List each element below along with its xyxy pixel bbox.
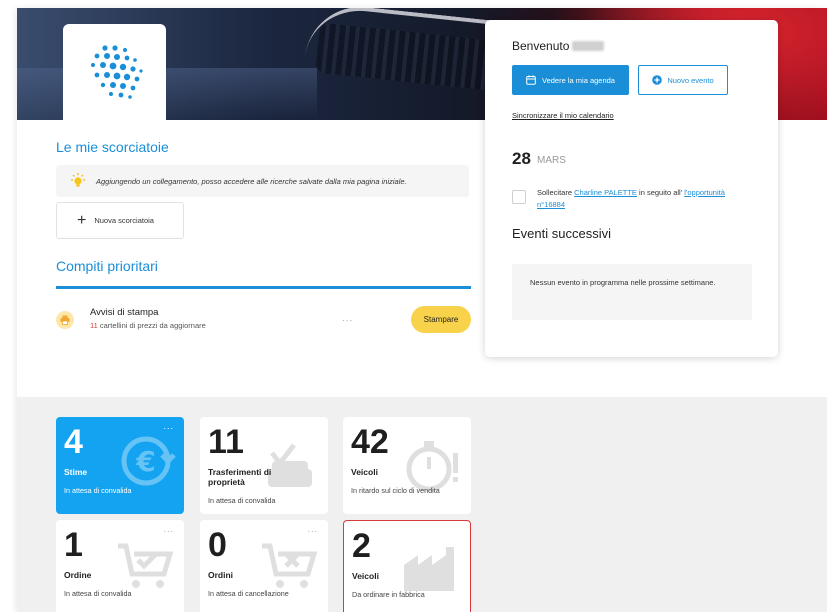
task-title: Avvisi di stampa (90, 307, 159, 318)
task-count: 11 (90, 321, 98, 330)
kpi-tile-transfers[interactable]: 11 Trasferimenti di proprietà In attesa … (200, 417, 328, 514)
reminder-text: Sollecitare Charline PALETTE in seguito … (537, 187, 737, 211)
new-event-label: Nuovo evento (667, 75, 714, 85)
section-divider (56, 286, 471, 289)
new-shortcut-label: Nuova scorciatoia (94, 216, 154, 225)
view-agenda-label: Vedere la mia agenda (542, 75, 615, 85)
plus-icon: + (77, 211, 87, 229)
plus-circle-icon (652, 75, 663, 85)
printer-icon (56, 311, 74, 329)
task-subtitle: 11 cartellini di prezzi da aggiornare (90, 321, 206, 330)
dots-logo-icon (90, 45, 143, 99)
reminder-prefix: Sollecitare (537, 188, 573, 197)
cart-cancel-icon (262, 543, 318, 588)
kpi-label: Ordine (64, 570, 92, 580)
kpi-tile-order[interactable]: 1 ... Ordine In attesa di convalida (56, 520, 184, 612)
view-agenda-button[interactable]: Vedere la mia agenda (512, 65, 629, 95)
user-name-redacted (572, 41, 605, 51)
reminder-checkbox[interactable] (512, 190, 526, 204)
kpi-value: 1 (64, 526, 83, 564)
date-month: MARS (537, 155, 566, 166)
kpi-tile-orders-cancel[interactable]: 0 ... Ordini In attesa di cancellazione (200, 520, 328, 612)
brand-logo (63, 24, 166, 120)
kpi-label: Veicoli (351, 467, 378, 477)
kpi-description: Da ordinare in fabbrica (352, 590, 425, 599)
kpi-value: 2 (352, 527, 371, 565)
kpi-tile-delayed-vehicles[interactable]: 42 Veicoli In ritardo sul ciclo di vendi… (343, 417, 471, 514)
date-day: 28 (512, 149, 531, 168)
factory-icon (404, 547, 454, 591)
contact-link[interactable]: Charline PALETTE (574, 188, 637, 197)
home-page: Le mie scorciatoie Aggiungendo un colleg… (17, 8, 827, 612)
sync-calendar-link[interactable]: Sincronizzare il mio calendario (512, 111, 614, 120)
task-subtitle-text: cartellini di prezzi da aggiornare (99, 321, 206, 330)
lightbulb-icon (70, 173, 86, 189)
kpi-label: Ordini (208, 570, 234, 580)
calendar-icon (526, 75, 536, 85)
kpi-description: In attesa di convalida (64, 589, 132, 598)
tile-more-menu[interactable]: ... (307, 524, 318, 534)
task-more-menu[interactable]: ... (342, 313, 353, 324)
no-events-message: Nessun evento in programma nelle prossim… (512, 264, 752, 320)
task-print-alerts: Avvisi di stampa 11 cartellini di prezzi… (56, 304, 471, 338)
kpi-description: In attesa di convalida (64, 486, 132, 495)
kpi-tile-estimates[interactable]: 4 ... € Stime In attesa di convalida (56, 417, 184, 514)
kpi-tile-factory-order[interactable]: 2 Veicoli Da ordinare in fabbrica (343, 520, 471, 612)
priority-tasks-title: Compiti prioritari (56, 258, 158, 274)
next-events-title: Eventi successivi (512, 226, 611, 241)
kpi-value: 11 (208, 423, 244, 461)
kpi-label: Stime (64, 467, 88, 477)
kpi-value: 42 (351, 423, 389, 461)
shortcut-tip-text: Aggiungendo un collegamento, posso acced… (96, 176, 407, 186)
cart-check-icon (118, 543, 174, 588)
welcome-text: Benvenuto (512, 39, 570, 53)
print-button[interactable]: Stampare (411, 306, 471, 333)
kpi-description: In attesa di cancellazione (208, 589, 289, 598)
shortcut-tip: Aggiungendo un collegamento, posso acced… (56, 165, 469, 197)
shortcuts-title: Le mie scorciatoie (56, 139, 169, 155)
welcome-message: Benvenuto (512, 39, 605, 53)
kpi-label: Trasferimenti di proprietà (208, 467, 272, 487)
agenda-card: Benvenuto Vedere la mia agenda Nuovo eve… (485, 20, 778, 357)
new-shortcut-button[interactable]: + Nuova scorciatoia (56, 202, 184, 239)
kpi-description: In attesa di convalida (208, 496, 276, 505)
kpi-description: In ritardo sul ciclo di vendita (351, 486, 440, 495)
new-event-button[interactable]: Nuovo evento (638, 65, 728, 95)
kpi-value: 4 (64, 423, 83, 461)
kpi-value: 0 (208, 526, 227, 564)
euro-refresh-icon: € (121, 436, 176, 486)
reminder-middle: in seguito all' (639, 188, 683, 197)
tile-more-menu[interactable]: ... (163, 524, 174, 534)
kpi-label: Veicoli (352, 571, 379, 581)
kpi-area: 4 ... € Stime In attesa di convalida 11 … (17, 397, 827, 612)
